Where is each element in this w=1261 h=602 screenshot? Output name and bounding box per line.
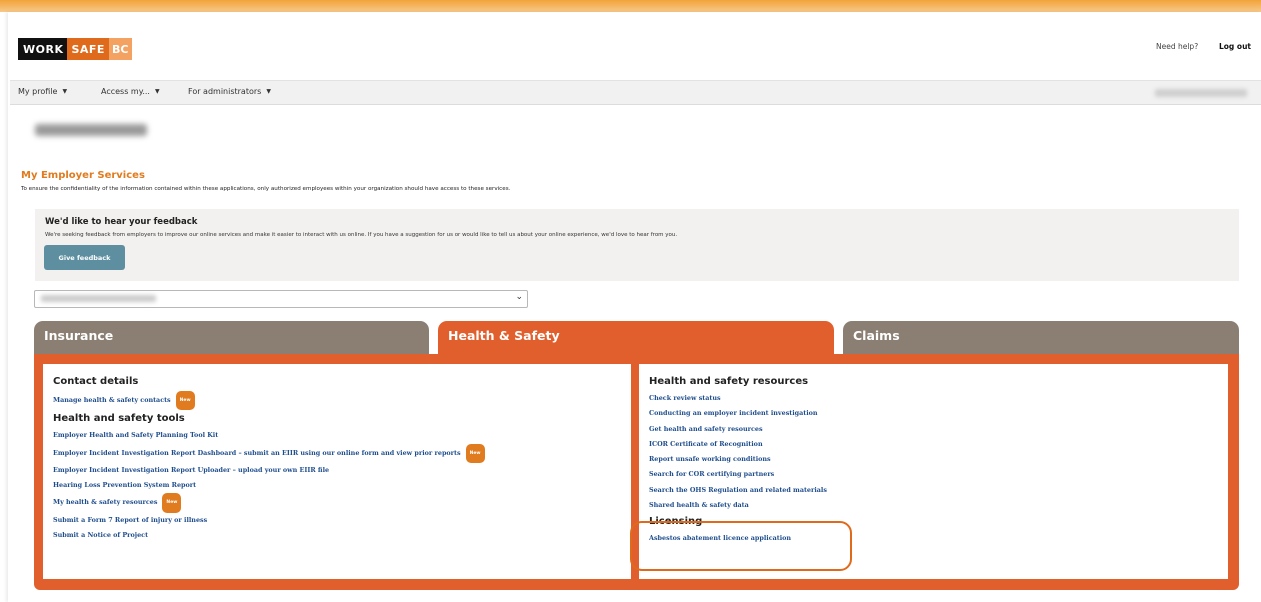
nav-label: For administrators: [188, 87, 262, 96]
resource-link-cor-partners[interactable]: Search for COR certifying partners: [649, 467, 1228, 482]
tool-link-eiir-dashboard[interactable]: Employer Incident Investigation Report D…: [53, 443, 631, 463]
tool-link-notice-of-project[interactable]: Submit a Notice of Project: [53, 528, 631, 543]
nav-label: Access my...: [101, 87, 150, 96]
resource-link-ohs-regulation[interactable]: Search the OHS Regulation and related ma…: [649, 483, 1228, 498]
caret-down-icon: ▼: [154, 88, 160, 95]
nav-my-profile[interactable]: My profile ▼: [18, 87, 67, 96]
nav-access-my[interactable]: Access my... ▼: [101, 87, 160, 96]
redacted-welcome-heading: [35, 124, 147, 136]
tool-link-my-resources[interactable]: My health & safety resources New: [53, 493, 631, 513]
tab-insurance[interactable]: Insurance: [34, 321, 429, 355]
redacted-selected-account: [41, 295, 156, 302]
new-badge: New: [175, 391, 195, 411]
feedback-panel: We'd like to hear your feedback We're se…: [35, 209, 1239, 281]
resource-link-shared-data[interactable]: Shared health & safety data: [649, 498, 1228, 513]
account-select[interactable]: ⌄: [34, 290, 528, 308]
tool-link-eiir-uploader[interactable]: Employer Incident Investigation Report U…: [53, 463, 631, 478]
top-accent-bar: [0, 0, 1261, 12]
link-label: Manage health & safety contacts: [53, 396, 171, 404]
resource-link-icor[interactable]: ICOR Certificate of Recognition: [649, 437, 1228, 452]
caret-down-icon: ▼: [266, 88, 271, 95]
resource-link-report-unsafe[interactable]: Report unsafe working conditions: [649, 452, 1228, 467]
nav-for-administrators[interactable]: For administrators ▼: [188, 87, 271, 96]
redacted-account-menu[interactable]: [1155, 89, 1247, 97]
new-badge: New: [465, 443, 485, 463]
link-label: My health & safety resources: [53, 498, 158, 507]
tool-link-planning-toolkit[interactable]: Employer Health and Safety Planning Tool…: [53, 428, 631, 443]
new-badge: New: [162, 493, 182, 513]
link-label: Employer Incident Investigation Report D…: [53, 448, 461, 457]
feedback-title: We'd like to hear your feedback: [45, 217, 198, 227]
resource-link-check-review[interactable]: Check review status: [649, 391, 1228, 406]
give-feedback-button[interactable]: Give feedback: [44, 245, 125, 270]
licensing-highlight-outline: [630, 521, 852, 571]
tool-link-hearing-loss[interactable]: Hearing Loss Prevention System Report: [53, 478, 631, 493]
resource-link-get-resources[interactable]: Get health and safety resources: [649, 422, 1228, 437]
logo-word-work: WORK: [18, 38, 68, 60]
chevron-down-icon: ⌄: [515, 292, 523, 302]
worksafebc-logo[interactable]: WORK SAFE BC: [18, 38, 133, 60]
feedback-text: We're seeking feedback from employers to…: [45, 232, 678, 238]
logout-link[interactable]: Log out: [1219, 42, 1251, 51]
panel-left-column: Contact details Manage health & safety c…: [43, 364, 631, 579]
resource-link-incident-investigation[interactable]: Conducting an employer incident investig…: [649, 406, 1228, 421]
nav-label: My profile: [18, 87, 58, 96]
logo-word-safe: SAFE: [67, 38, 109, 60]
manage-contacts-link[interactable]: Manage health & safety contacts New: [53, 391, 631, 411]
section-title: My Employer Services: [21, 170, 145, 181]
tab-health-and-safety[interactable]: Health & Safety: [438, 321, 834, 355]
tab-claims[interactable]: Claims: [843, 321, 1239, 355]
tool-link-form7[interactable]: Submit a Form 7 Report of injury or illn…: [53, 513, 631, 528]
caret-down-icon: ▼: [62, 88, 68, 95]
resources-heading: Health and safety resources: [649, 376, 809, 387]
contact-details-heading: Contact details: [53, 376, 139, 387]
section-description: To ensure the confidentiality of the inf…: [21, 186, 511, 192]
tools-heading: Health and safety tools: [53, 413, 185, 425]
logo-word-bc: BC: [108, 38, 133, 60]
need-help-link[interactable]: Need help?: [1156, 42, 1198, 51]
main-nav-bar: My profile ▼ Access my... ▼ For administra…: [10, 80, 1261, 105]
